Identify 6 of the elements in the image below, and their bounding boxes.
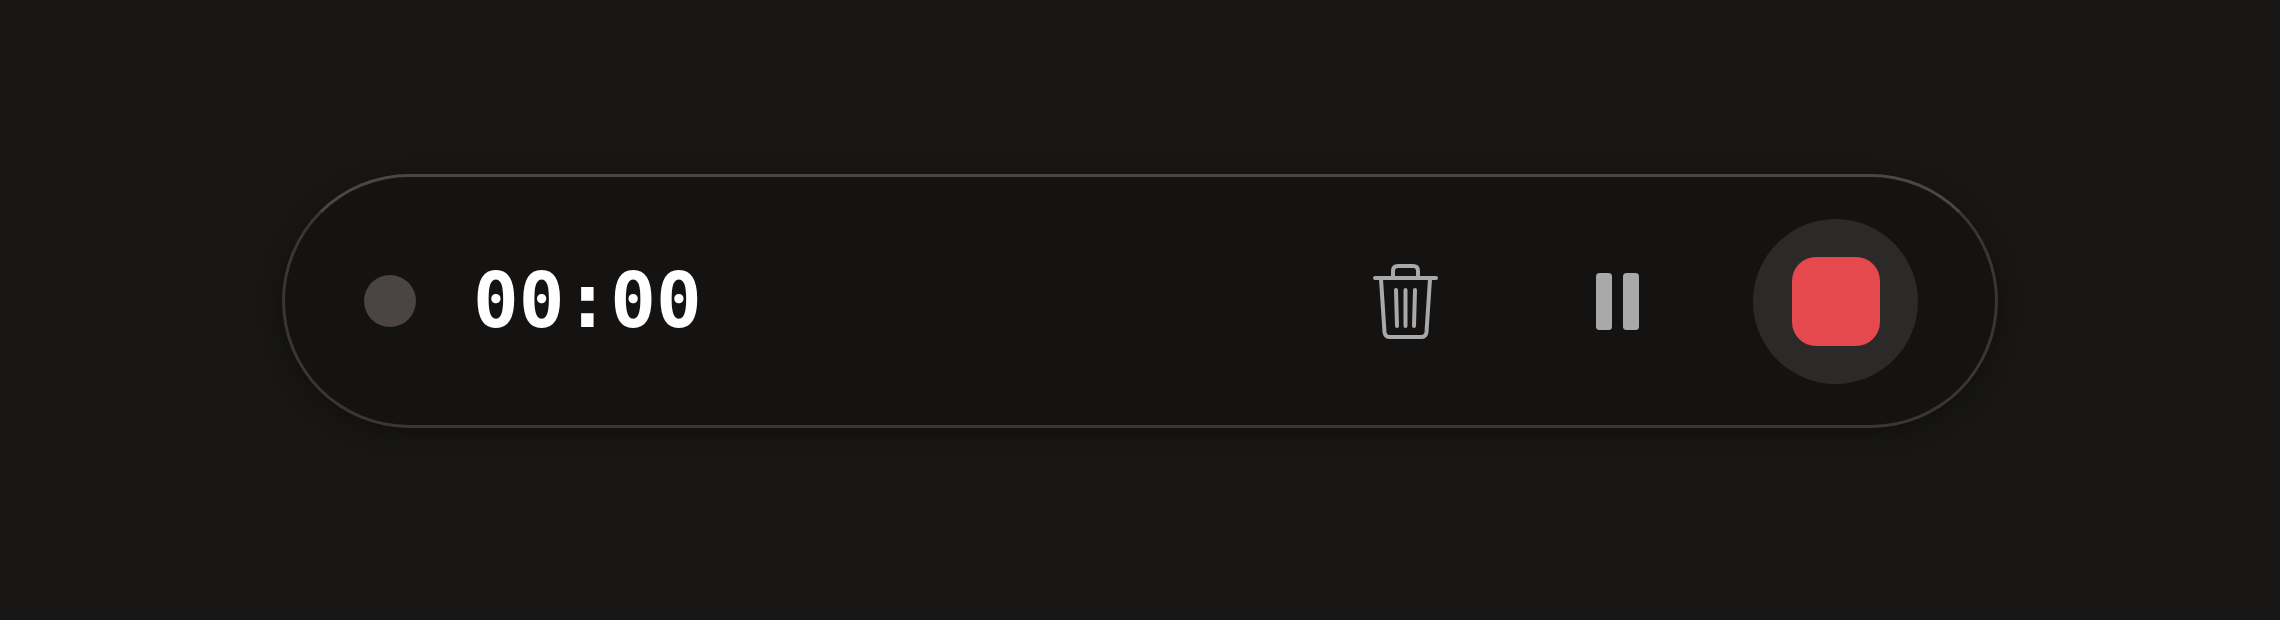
pause-icon [1596,272,1639,330]
trash-icon [1373,263,1438,339]
stop-icon [1791,256,1880,346]
elapsed-time: 00:00 [473,263,702,339]
delete-button[interactable] [1373,263,1438,339]
pause-button[interactable] [1596,272,1639,330]
